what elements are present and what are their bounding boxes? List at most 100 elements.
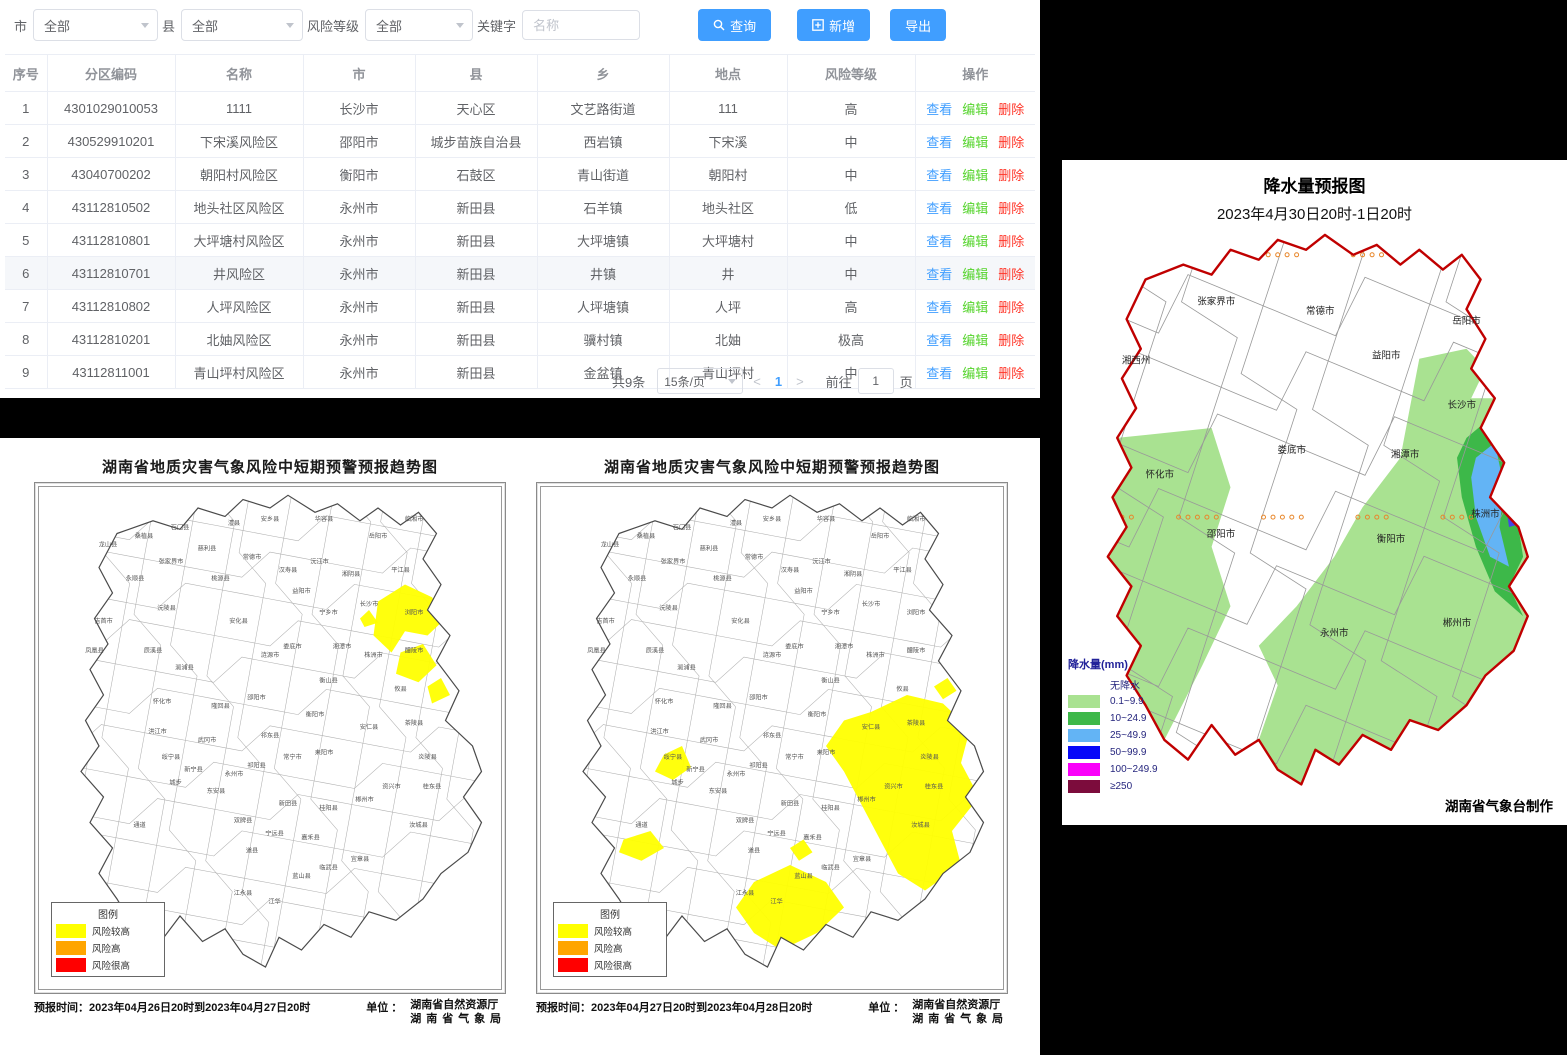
map-city-label: 宜章县: [853, 855, 872, 863]
prev-page-button[interactable]: <: [743, 374, 771, 389]
delete-link[interactable]: 删除: [998, 300, 1024, 315]
risk-level-filter-select[interactable]: 全部: [365, 9, 473, 41]
table-cell: 新田县: [415, 356, 537, 389]
edit-link[interactable]: 编辑: [962, 300, 988, 315]
table-cell: 永州市: [303, 191, 415, 224]
map-city-label: 株洲市: [364, 651, 383, 659]
view-link[interactable]: 查看: [926, 201, 952, 216]
table-cell: 人坪: [669, 290, 787, 323]
map-city-label: 汉寿县: [279, 566, 298, 574]
view-link[interactable]: 查看: [926, 333, 952, 348]
map-city-label: 绥宁县: [664, 753, 683, 761]
map-city-label: 辰溪县: [144, 647, 163, 655]
legend-item: 50~99.9: [1068, 744, 1158, 761]
map-city-label: 嘉禾县: [803, 834, 822, 842]
search-button[interactable]: 查询: [698, 9, 771, 41]
map-city-label: 长沙市: [862, 600, 881, 608]
precipitation-forecast-panel: 降水量预报图 2023年4月30日20时-1日20时 张家界市常德市岳阳市益阳市…: [1062, 160, 1567, 825]
table-row: 743112810802人坪风险区永州市新田县人坪塘镇人坪高查看编辑删除: [5, 290, 1035, 323]
export-button[interactable]: 导出: [890, 9, 946, 41]
legend-label: 50~99.9: [1110, 747, 1146, 758]
view-link[interactable]: 查看: [926, 102, 952, 117]
risk-zone-list-panel: 市 全部 县 全部 风险等级 全部 关键字 查询: [0, 0, 1040, 398]
delete-link[interactable]: 删除: [998, 267, 1024, 282]
map-city-label: 浏阳市: [907, 608, 926, 616]
legend-item: 0.1~9.9: [1068, 693, 1158, 710]
map-city-label: 桂东县: [925, 783, 944, 791]
edit-link[interactable]: 编辑: [962, 234, 988, 249]
edit-link[interactable]: 编辑: [962, 267, 988, 282]
legend-swatch: [56, 924, 86, 938]
map-city-label: 桑植县: [637, 532, 656, 540]
view-link[interactable]: 查看: [926, 168, 952, 183]
view-link[interactable]: 查看: [926, 234, 952, 249]
delete-link[interactable]: 删除: [998, 168, 1024, 183]
map-city-label: 凤凰县: [587, 648, 606, 655]
legend-item: 风险高: [558, 941, 662, 955]
add-button[interactable]: 新增: [797, 9, 870, 41]
map-city-label: 石门县: [673, 523, 692, 531]
table-cell: 43112810801: [47, 224, 175, 257]
delete-link[interactable]: 删除: [998, 333, 1024, 348]
unit-line1: 湖南省自然资源厅: [410, 999, 506, 1013]
map-city-label: 永州市: [727, 770, 746, 778]
map-city-label: 新田县: [279, 800, 298, 808]
map-city-label: 吉首市: [596, 617, 615, 625]
delete-link[interactable]: 删除: [998, 234, 1024, 249]
edit-link[interactable]: 编辑: [962, 168, 988, 183]
edit-link[interactable]: 编辑: [962, 135, 988, 150]
legend-swatch: [558, 941, 588, 955]
map-city-label: 张家界市: [661, 557, 686, 565]
map-city-label: 临武县: [821, 863, 840, 871]
table-cell: 111: [669, 92, 787, 125]
table-cell: 地头社区: [669, 191, 787, 224]
current-page-number[interactable]: 1: [771, 374, 786, 389]
map-city-label: 浏阳市: [405, 608, 424, 616]
map-city-label: 株洲市: [866, 651, 885, 659]
delete-link[interactable]: 删除: [998, 201, 1024, 216]
edit-link[interactable]: 编辑: [962, 366, 988, 381]
map-city-label: 沅陵县: [659, 604, 678, 612]
county-filter-select[interactable]: 全部: [181, 9, 303, 41]
city-filter-select[interactable]: 全部: [33, 9, 158, 41]
table-cell: 3: [5, 158, 47, 191]
map-city-label: 怀化市: [153, 698, 172, 706]
delete-link[interactable]: 删除: [998, 135, 1024, 150]
page-size-select[interactable]: 15条/页: [657, 368, 743, 394]
map-city-label: 永州市: [1320, 627, 1349, 639]
map-city-label: 凤凰县: [85, 648, 104, 655]
table-cell: 城步苗族自治县: [415, 125, 537, 158]
edit-link[interactable]: 编辑: [962, 201, 988, 216]
table-cell: 中: [787, 125, 915, 158]
table-cell: 文艺路街道: [537, 92, 669, 125]
filter-bar: 市 全部 县 全部 风险等级 全部 关键字 查询: [0, 0, 1040, 50]
map-city-label: 安化县: [731, 617, 750, 625]
map-city-label: 道县: [246, 846, 258, 854]
map-city-label: 洪江市: [650, 727, 669, 735]
edit-link[interactable]: 编辑: [962, 102, 988, 117]
next-page-button[interactable]: >: [786, 374, 814, 389]
table-cell: 石鼓区: [415, 158, 537, 191]
view-link[interactable]: 查看: [926, 267, 952, 282]
edit-link[interactable]: 编辑: [962, 333, 988, 348]
map-city-label: 岳阳市: [871, 532, 890, 540]
table-cell: 2: [5, 125, 47, 158]
map-city-label: 湘西州: [1122, 355, 1151, 367]
keyword-input[interactable]: [522, 10, 640, 40]
map-city-label: 娄底市: [283, 642, 302, 650]
goto-page-input[interactable]: [858, 368, 894, 394]
precip-map-subtitle: 2023年4月30日20时-1日20时: [1062, 203, 1567, 224]
table-cell: 井: [669, 257, 787, 290]
map-city-label: 江华: [268, 897, 280, 905]
city-filter-value: 全部: [44, 16, 70, 35]
map-city-label: 湘阴县: [844, 570, 863, 578]
delete-link[interactable]: 删除: [998, 366, 1024, 381]
table-cell: 朝阳村风险区: [175, 158, 303, 191]
view-link[interactable]: 查看: [926, 135, 952, 150]
city-filter-label: 市: [14, 16, 27, 35]
map-city-label: 安仁县: [862, 723, 881, 731]
keyword-filter-label: 关键字: [477, 16, 516, 35]
view-link[interactable]: 查看: [926, 300, 952, 315]
view-link[interactable]: 查看: [926, 366, 952, 381]
delete-link[interactable]: 删除: [998, 102, 1024, 117]
